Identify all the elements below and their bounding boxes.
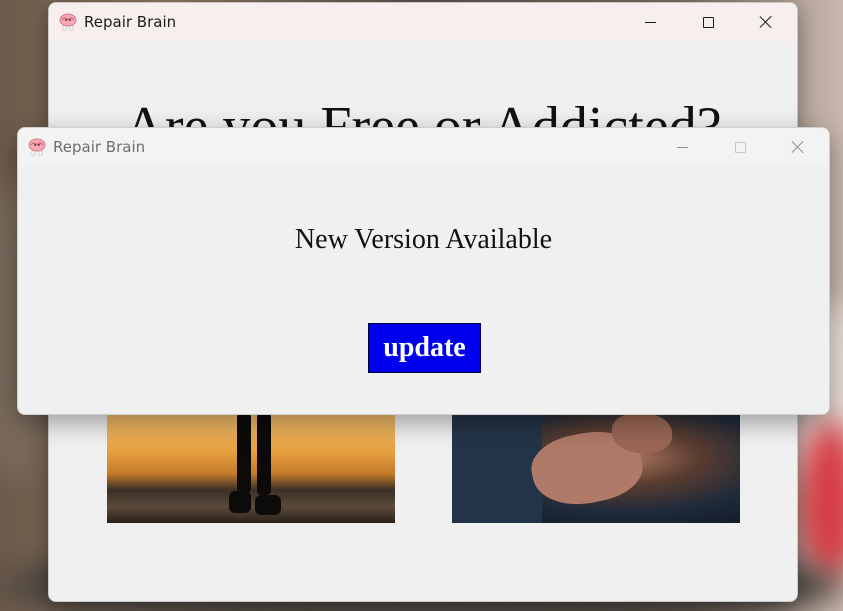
wrist-shape <box>612 413 672 453</box>
dialog-title: Repair Brain <box>53 138 146 156</box>
main-close-button[interactable] <box>737 3 795 41</box>
dialog-maximize-button[interactable] <box>711 128 769 166</box>
silhouette-shoe-right <box>255 495 281 515</box>
sunset-photo <box>107 413 395 523</box>
update-dialog: Repair Brain New Version Available updat… <box>17 127 830 415</box>
maximize-icon <box>702 16 714 28</box>
main-minimize-button[interactable] <box>621 3 679 41</box>
close-icon <box>759 15 773 29</box>
main-maximize-button[interactable] <box>679 3 737 41</box>
maximize-icon <box>734 141 746 153</box>
dialog-message: New Version Available <box>294 224 553 255</box>
hands-photo <box>452 413 740 523</box>
silhouette-shoe-left <box>229 491 251 513</box>
brain-icon <box>59 13 77 31</box>
jeans-area <box>452 413 542 523</box>
main-titlebar[interactable]: Repair Brain <box>49 3 797 41</box>
minimize-icon <box>676 146 688 148</box>
minimize-icon <box>644 21 656 23</box>
close-icon <box>791 140 805 154</box>
update-button[interactable]: update <box>368 323 481 373</box>
dialog-titlebar[interactable]: Repair Brain <box>18 128 829 166</box>
silhouette-leg-left <box>237 413 251 493</box>
brain-icon <box>28 138 46 156</box>
silhouette-leg-right <box>257 413 271 495</box>
dialog-close-button[interactable] <box>769 128 827 166</box>
main-window-title: Repair Brain <box>84 13 177 31</box>
dialog-minimize-button[interactable] <box>653 128 711 166</box>
